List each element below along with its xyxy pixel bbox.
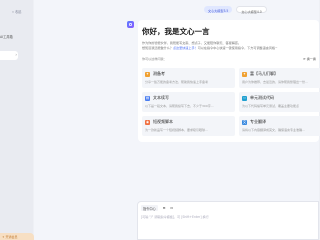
trophy-icon: ✦ <box>242 71 247 77</box>
tile-title: 富【马儿们聊】 <box>250 71 278 76</box>
page-title: 你好，我是文心一言 <box>142 27 210 36</box>
sidebar: « 收起 AI工具箱 › ✦ 开通会员 <box>0 0 34 240</box>
model-tabs: 文心大模型3.5 文心大模型4.0 <box>204 6 267 14</box>
tile-description: 以下是一段文本，请帮我续写下去，不少于300字... <box>145 104 214 108</box>
bulb-icon: ◉ <box>145 119 150 125</box>
welcome-card: 你好，我是文心一言 作为你的智能伙伴，我既能写文案、想点子，又能陪你聊天、答疑解… <box>138 20 320 142</box>
command-center-button[interactable]: 指令中心 <box>141 205 158 211</box>
tab-model-4-0[interactable]: 文心大模型4.0 <box>236 6 267 14</box>
intro-prefix: 想知道我还能做什么？ <box>142 46 173 50</box>
document-icon: ▤ <box>145 95 150 101</box>
suggestion-header: 你可以这样问我： ⟳ 换一换 <box>142 56 316 61</box>
tile-description: 请将以下内容翻译成英文，确保语言专业准确... <box>242 128 305 132</box>
suggestion-tile[interactable]: 文 专业翻译 请将以下内容翻译成英文，确保语言专业准确... <box>239 116 320 136</box>
sidebar-item-ai-tools[interactable]: AI工具箱 <box>0 34 13 39</box>
composer: 指令中心 ⊞ ⊡ <box>137 201 319 240</box>
suggestion-tile[interactable]: ✦ 富【马儿们聊】 用户为你推荐，去最近的，请你帮我整理出一份... <box>239 68 320 88</box>
suggestion-grid: ✦ 测备考 分享一些万能的备考方法，帮助我快速上手备考 ✦ 富【马儿们聊】 用户… <box>142 68 320 136</box>
tile-title: 专业翻译 <box>250 119 266 124</box>
suggestion-tile[interactable]: ‹› 单元测试代码 为以下代码编写单元测试，覆盖主要功能点 <box>239 92 320 112</box>
tab-model-3-5[interactable]: 文心大模型3.5 <box>204 6 233 13</box>
tile-title: 短视频脚本 <box>153 119 173 124</box>
intro-text: 作为你的智能伙伴，我既能写文案、想点子，又能陪你聊天、答疑解惑。 想知道我还能做… <box>142 41 316 51</box>
tile-description: 为一款新品写一个短视频脚本，要求吸引眼球... <box>145 128 208 132</box>
bot-avatar <box>127 21 134 28</box>
code-icon: ‹› <box>242 95 247 101</box>
trophy-icon: ✦ <box>145 71 150 77</box>
suggestion-tile[interactable]: ✦ 测备考 分享一些万能的备考方法，帮助我快速上手备考 <box>142 68 235 88</box>
sidebar-vip-button[interactable]: ✦ 开通会员 <box>0 233 34 240</box>
tile-title: 文本续写 <box>153 95 169 100</box>
tile-title: 测备考 <box>153 71 165 76</box>
chat-input[interactable] <box>141 215 316 219</box>
suggestion-label: 你可以这样问我： <box>142 57 167 61</box>
suggestion-tile[interactable]: ◉ 短视频脚本 为一款新品写一个短视频脚本，要求吸引眼球... <box>142 116 235 136</box>
bot-logo-icon <box>129 23 132 26</box>
suggestion-tile[interactable]: ▤ 文本续写 以下是一段文本，请帮我续写下去，不少于300字... <box>142 92 235 112</box>
intro-suffix: 可以在指令中心快速一键使用指令，下方可调整语言风格~ <box>197 46 278 50</box>
intro-line-2: 想知道我还能做什么？点这里快速上手！可以在指令中心快速一键使用指令，下方可调整语… <box>142 46 316 51</box>
tile-title: 单元测试代码 <box>250 95 274 100</box>
tile-description: 分享一些万能的备考方法，帮助我快速上手备考 <box>145 80 209 84</box>
tile-description: 用户为你推荐，去最近的，请你帮我整理出一份... <box>242 80 308 84</box>
image-icon[interactable]: ⊡ <box>170 206 173 210</box>
template-icon[interactable]: ⊞ <box>163 206 166 210</box>
tile-description: 为以下代码编写单元测试，覆盖主要功能点 <box>242 104 300 108</box>
translate-icon: 文 <box>242 119 247 125</box>
quick-start-link[interactable]: 点这里快速上手！ <box>173 46 198 50</box>
composer-toolbar: 指令中心 ⊞ ⊡ <box>141 205 173 211</box>
chevron-right-icon: › <box>15 52 17 57</box>
sidebar-collapse-button[interactable]: « 收起 <box>12 9 21 14</box>
sidebar-history-card[interactable]: › <box>0 51 18 60</box>
refresh-button[interactable]: ⟳ 换一换 <box>303 56 316 61</box>
